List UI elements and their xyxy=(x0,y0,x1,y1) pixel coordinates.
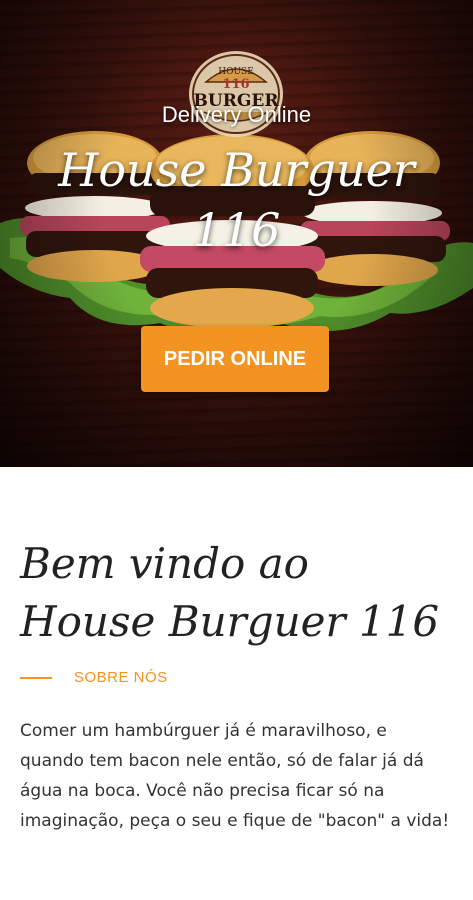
about-kicker: SOBRE NÓS xyxy=(20,669,453,686)
logo-top-text: HOUSE xyxy=(218,67,254,77)
logo-number: 116 xyxy=(222,77,249,92)
about-section: Bem vindo ao House Burguer 116 SOBRE NÓS… xyxy=(0,535,473,836)
order-online-button[interactable]: PEDIR ONLINE xyxy=(141,326,329,392)
kicker-divider xyxy=(20,676,52,679)
about-description: Comer um hambúrguer já é maravilhoso, e … xyxy=(20,721,450,831)
about-kicker-label: SOBRE NÓS xyxy=(74,669,168,686)
hero-subtitle: Delivery Online xyxy=(161,102,312,127)
about-heading: Bem vindo ao House Burguer 116 xyxy=(20,539,440,646)
hero-banner: HOUSE 116 BURGER Delivery Online House B… xyxy=(0,0,473,467)
hero-title: House Burguer 116 xyxy=(58,143,415,257)
